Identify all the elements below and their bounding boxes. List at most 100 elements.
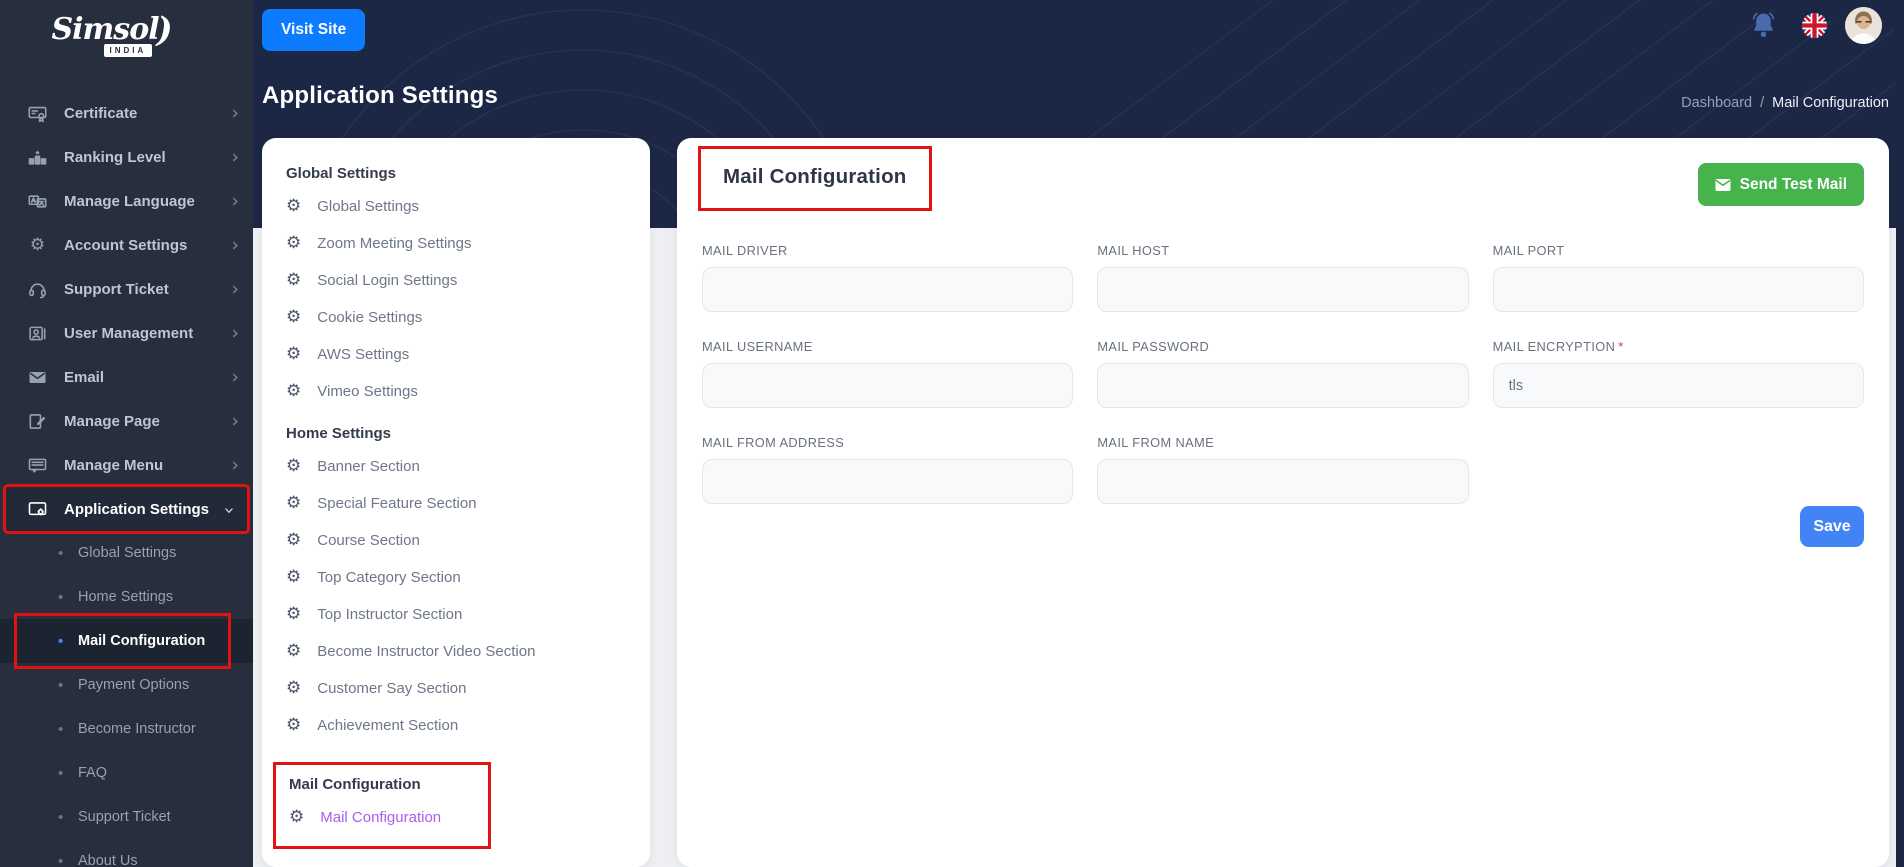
settings-nav-item-top-instructor-section[interactable]: ⚙ Top Instructor Section [286, 596, 626, 633]
sidebar-subitem-label: Payment Options [78, 677, 190, 693]
sidebar-item-support-ticket[interactable]: Support Ticket › [0, 267, 253, 311]
sidebar-item-account-settings[interactable]: ⚙ Account Settings › [0, 223, 253, 267]
settings-nav-item-label: Vimeo Settings [317, 383, 418, 400]
sidebar-subitem-support-ticket[interactable]: • Support Ticket [0, 795, 253, 839]
chevron-right-icon: › [231, 277, 239, 300]
gear-icon: ⚙ [286, 233, 302, 253]
gear-icon: ⚙ [289, 807, 305, 827]
brand-logo[interactable]: Simsol) INDIA [0, 8, 253, 72]
sidebar-subitem-faq[interactable]: • FAQ [0, 751, 253, 795]
breadcrumb: Dashboard / Mail Configuration [1681, 95, 1889, 111]
settings-nav-item-customer-say-section[interactable]: ⚙ Customer Say Section [286, 670, 626, 707]
sidebar: Simsol) INDIA Certificate › Ranking Leve… [0, 0, 253, 867]
envelope-icon [1715, 178, 1731, 191]
sidebar-subitem-become-instructor[interactable]: • Become Instructor [0, 707, 253, 751]
settings-nav-card: Global Settings ⚙ Global Settings ⚙ Zoom… [262, 138, 650, 867]
mail-port-input[interactable] [1492, 267, 1864, 312]
sidebar-item-manage-menu[interactable]: Manage Menu › [0, 443, 253, 487]
mail-password-input[interactable] [1097, 363, 1469, 408]
required-asterisk: * [1618, 339, 1624, 354]
form-field-mail-username: MAIL USERNAME [702, 339, 1074, 408]
settings-nav-item-label: Banner Section [317, 458, 420, 475]
language-flag-icon[interactable] [1801, 12, 1828, 39]
settings-nav-item-top-category-section[interactable]: ⚙ Top Category Section [286, 559, 626, 596]
breadcrumb-dashboard-link[interactable]: Dashboard [1681, 95, 1752, 111]
sidebar-subitem-about-us[interactable]: • About Us [0, 839, 253, 867]
field-label: MAIL PORT [1492, 243, 1565, 258]
bullet-dot-icon: • [58, 720, 64, 738]
mail-from-address-input[interactable] [702, 459, 1074, 504]
logo-swoosh-icon: ) [156, 10, 173, 50]
chevron-right-icon: › [231, 321, 239, 344]
settings-nav-item-become-instructor-video-section[interactable]: ⚙ Become Instructor Video Section [286, 633, 626, 670]
user-avatar[interactable] [1845, 7, 1882, 44]
settings-nav-item-aws-settings[interactable]: ⚙ AWS Settings [286, 336, 626, 373]
page-edit-icon [28, 412, 47, 431]
settings-nav-section-global-settings: Global Settings ⚙ Global Settings ⚙ Zoom… [286, 158, 626, 410]
sidebar-item-label: Manage Language [64, 192, 195, 210]
mail-driver-input[interactable] [702, 267, 1074, 312]
notification-bell-icon[interactable] [1751, 12, 1776, 39]
sidebar-menu: Certificate › Ranking Level › Manage Lan… [0, 91, 253, 867]
gear-icon: ⚙ [286, 344, 302, 364]
mail-configuration-form: MAIL DRIVER MAIL HOST MAIL PORT MAIL USE… [702, 243, 1864, 504]
form-field-mail-from-address: MAIL FROM ADDRESS [702, 435, 1074, 504]
field-label: MAIL USERNAME [702, 339, 813, 354]
sidebar-item-user-management[interactable]: User Management › [0, 311, 253, 355]
settings-nav-item-mail-configuration[interactable]: ⚙ Mail Configuration [289, 799, 488, 836]
mail-encryption-input[interactable] [1492, 363, 1864, 408]
breadcrumb-separator: / [1760, 95, 1765, 111]
sidebar-item-ranking-level[interactable]: Ranking Level › [0, 135, 253, 179]
settings-nav-item-label: Become Instructor Video Section [317, 643, 536, 660]
save-button[interactable]: Save [1800, 506, 1864, 547]
language-icon [28, 192, 47, 211]
settings-nav-item-special-feature-section[interactable]: ⚙ Special Feature Section [286, 485, 626, 522]
bullet-dot-icon: • [58, 544, 64, 562]
settings-nav-item-label: AWS Settings [317, 346, 410, 363]
settings-nav-item-global-settings[interactable]: ⚙ Global Settings [286, 188, 626, 225]
sidebar-item-label: User Management [64, 324, 194, 342]
settings-nav-item-course-section[interactable]: ⚙ Course Section [286, 522, 626, 559]
send-test-mail-button[interactable]: Send Test Mail [1697, 163, 1864, 206]
sidebar-subitem-mail-configuration[interactable]: • Mail Configuration [0, 613, 253, 669]
sidebar-item-certificate[interactable]: Certificate › [0, 91, 253, 135]
sidebar-item-manage-language[interactable]: Manage Language › [0, 179, 253, 223]
sidebar-item-label: Certificate [64, 104, 138, 122]
settings-nav-item-achievement-section[interactable]: ⚙ Achievement Section [286, 707, 626, 744]
mail-configuration-card: Mail Configuration Send Test Mail MAIL D… [677, 138, 1889, 867]
send-test-mail-label: Send Test Mail [1739, 175, 1847, 193]
settings-nav-item-vimeo-settings[interactable]: ⚙ Vimeo Settings [286, 373, 626, 410]
settings-nav-item-label: Social Login Settings [317, 272, 458, 289]
settings-nav-item-zoom-meeting-settings[interactable]: ⚙ Zoom Meeting Settings [286, 225, 626, 262]
sidebar-subitem-home-settings[interactable]: • Home Settings [0, 575, 253, 619]
certificate-icon [28, 104, 47, 123]
settings-nav-item-cookie-settings[interactable]: ⚙ Cookie Settings [286, 299, 626, 336]
settings-nav-section-title: Mail Configuration [289, 775, 421, 793]
field-label: MAIL FROM ADDRESS [702, 435, 845, 450]
settings-nav-section-title: Global Settings [286, 164, 397, 182]
sidebar-item-manage-page[interactable]: Manage Page › [0, 399, 253, 443]
envelope-icon [28, 368, 47, 387]
sidebar-subitem-global-settings[interactable]: • Global Settings [0, 531, 253, 575]
sidebar-subitem-label: About Us [78, 853, 138, 867]
mail-username-input[interactable] [702, 363, 1074, 408]
settings-nav-items: ⚙ Banner Section ⚙ Special Feature Secti… [286, 448, 626, 744]
right-scroll-strip[interactable] [1896, 0, 1904, 867]
sidebar-subitem-label: Become Instructor [78, 721, 196, 737]
settings-nav-item-social-login-settings[interactable]: ⚙ Social Login Settings [286, 262, 626, 299]
field-label: MAIL PASSWORD [1097, 339, 1210, 354]
settings-nav-section-title: Home Settings [286, 424, 392, 442]
mail-from-name-input[interactable] [1097, 459, 1469, 504]
mail-host-input[interactable] [1097, 267, 1469, 312]
field-label: MAIL DRIVER [702, 243, 788, 258]
form-field-mail-port: MAIL PORT [1492, 243, 1864, 312]
sidebar-item-email[interactable]: Email › [0, 355, 253, 399]
mail-configuration-title: Mail Configuration [723, 165, 907, 188]
sidebar-subitem-payment-options[interactable]: • Payment Options [0, 663, 253, 707]
settings-nav-item-banner-section[interactable]: ⚙ Banner Section [286, 448, 626, 485]
sidebar-item-application-settings[interactable]: Application Settings › [6, 487, 247, 531]
form-field-mail-password: MAIL PASSWORD [1097, 339, 1469, 408]
visit-site-button[interactable]: Visit Site [262, 9, 366, 51]
bullet-dot-icon: • [58, 764, 64, 782]
sidebar-item-label: Manage Page [64, 412, 160, 430]
